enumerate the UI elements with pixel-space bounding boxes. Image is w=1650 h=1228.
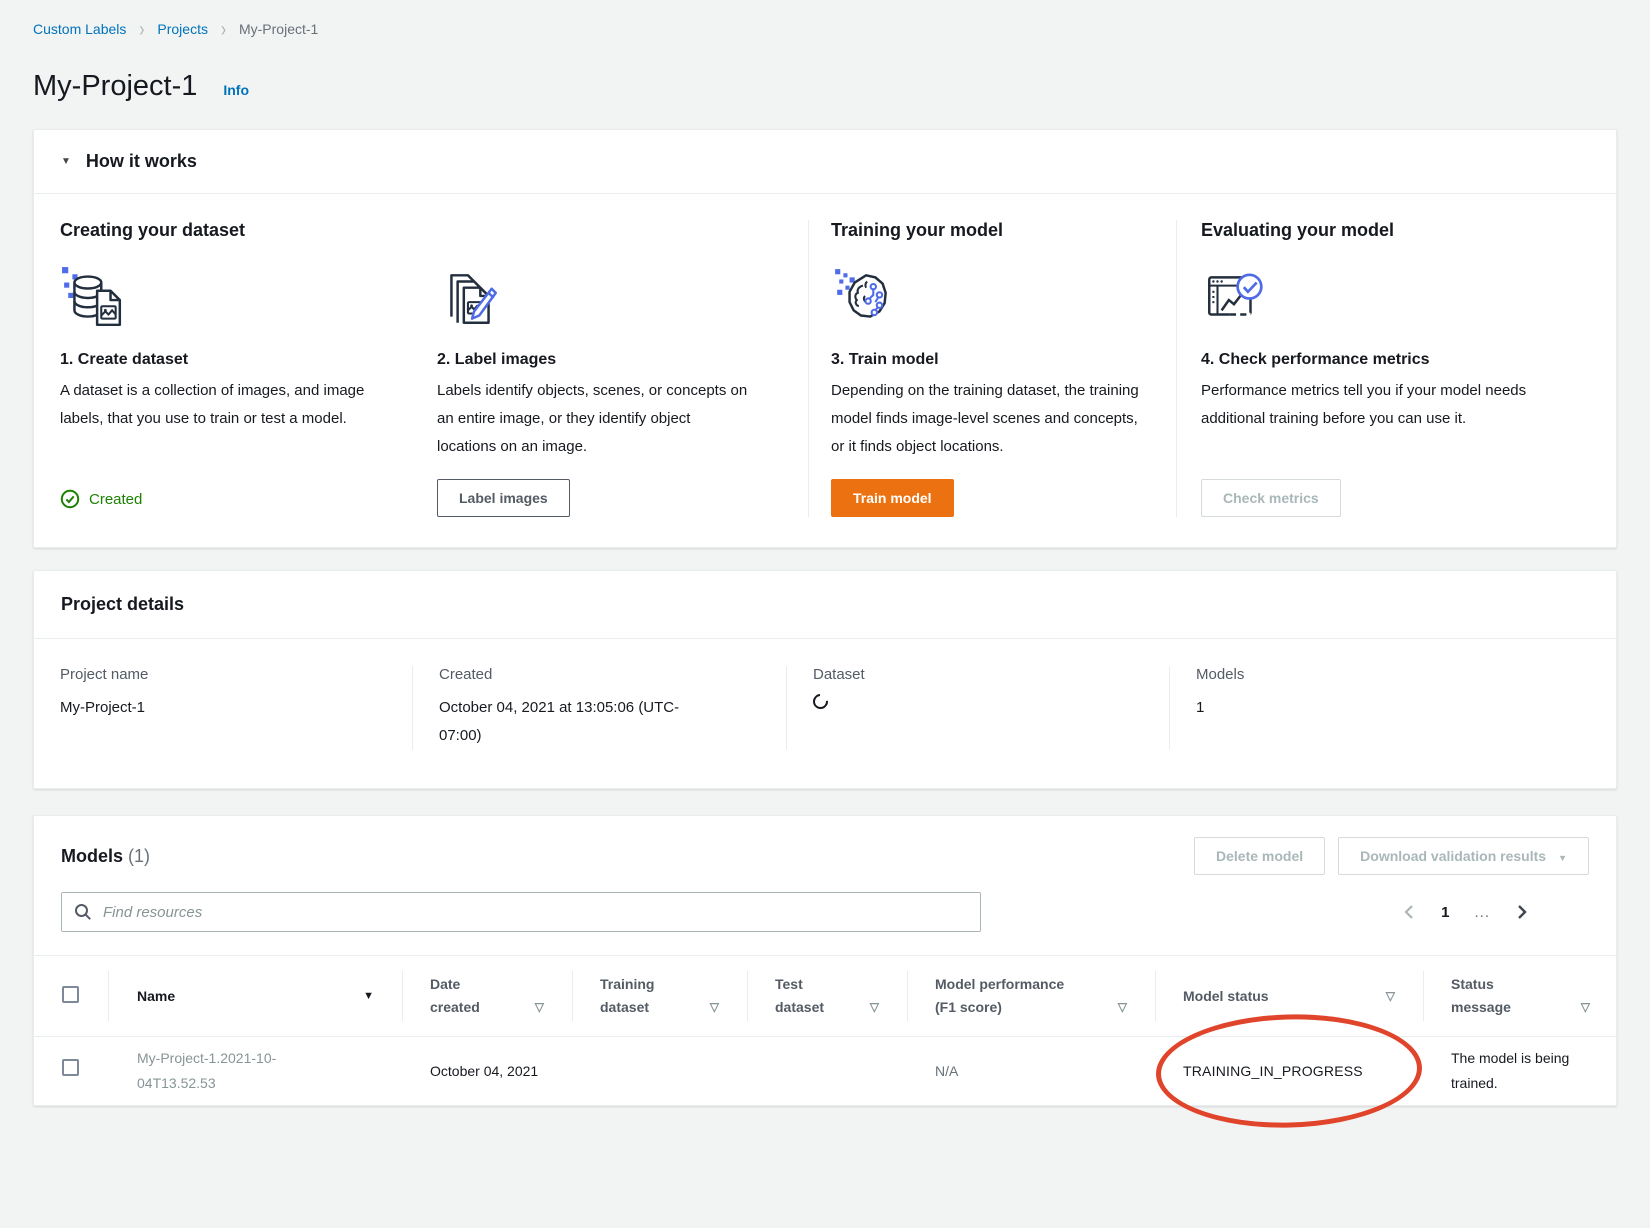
test-dataset-value — [747, 1037, 907, 1106]
models-table: Name ▼ Date created ▽ Training dataset ▽… — [34, 955, 1618, 1105]
section-training-your-model: Training your model — [808, 220, 1176, 517]
field-dataset: Dataset — [786, 666, 1169, 750]
custom-labels-project-page: Custom Labels › Projects › My-Project-1 … — [0, 0, 1650, 1106]
label-images-button[interactable]: Label images — [437, 479, 570, 517]
page-ellipsis[interactable]: ... — [1474, 904, 1490, 921]
section-title: Creating your dataset — [60, 220, 782, 241]
model-table-row: My-Project-1.2021-10-04T13.52.53 October… — [34, 1037, 1618, 1106]
column-header-model-status[interactable]: Model status ▽ — [1155, 956, 1423, 1037]
column-header-name[interactable]: Name ▼ — [109, 956, 402, 1037]
previous-page-button[interactable] — [1402, 903, 1416, 921]
models-card: Models (1) Delete model Download validat… — [33, 815, 1617, 1106]
field-models: Models 1 — [1169, 666, 1616, 750]
models-title: Models (1) — [61, 846, 150, 867]
column-header-test-dataset[interactable]: Test dataset ▽ — [747, 956, 907, 1037]
step-description: Labels identify objects, scenes, or conc… — [437, 377, 753, 461]
step-description: Performance metrics tell you if your mod… — [1201, 377, 1533, 433]
select-all-checkbox[interactable] — [62, 986, 79, 1003]
models-count: (1) — [128, 846, 150, 866]
breadcrumb-link-custom-labels[interactable]: Custom Labels — [33, 21, 126, 37]
field-created: Created October 04, 2021 at 13:05:06 (UT… — [412, 666, 786, 750]
breadcrumb-link-projects[interactable]: Projects — [157, 21, 208, 37]
dropdown-caret-icon: ▼ — [1558, 853, 1567, 863]
project-details-header: Project details — [34, 571, 1616, 639]
section-title: Training your model — [831, 220, 1154, 241]
step-label-images: 2. Label images Labels identify objects,… — [437, 265, 782, 517]
model-name-link[interactable]: My-Project-1.2021-10-04T13.52.53 — [137, 1046, 349, 1096]
section-title: Evaluating your model — [1201, 220, 1592, 241]
next-page-button[interactable] — [1515, 903, 1529, 921]
train-model-icon — [831, 265, 1154, 335]
column-header-training-dataset[interactable]: Training dataset ▽ — [572, 956, 747, 1037]
dataset-icon — [60, 265, 405, 335]
sort-descending-icon: ▼ — [357, 985, 374, 1008]
page-title: My-Project-1 — [33, 70, 197, 103]
step-description: A dataset is a collection of images, and… — [60, 377, 376, 433]
search-box — [61, 892, 981, 932]
field-value: October 04, 2021 at 13:05:06 (UTC-07:00) — [439, 694, 684, 750]
sort-icon: ▽ — [864, 996, 879, 1019]
column-header-model-performance[interactable]: Model performance (F1 score) ▽ — [907, 956, 1155, 1037]
step-description: Depending on the training dataset, the t… — [831, 377, 1154, 461]
training-dataset-value — [572, 1037, 747, 1106]
loading-spinner-icon — [810, 691, 831, 712]
delete-model-button[interactable]: Delete model — [1194, 837, 1325, 875]
project-details-title: Project details — [61, 594, 1589, 615]
page-number[interactable]: 1 — [1441, 904, 1449, 921]
project-details-card: Project details Project name My-Project-… — [33, 570, 1617, 789]
step-title: 3. Train model — [831, 351, 1154, 369]
model-performance-value: N/A — [935, 1063, 958, 1079]
train-model-button[interactable]: Train model — [831, 479, 954, 517]
how-it-works-title: How it works — [86, 151, 197, 172]
check-metrics-button[interactable]: Check metrics — [1201, 479, 1341, 517]
dataset-created-status: Created — [60, 489, 405, 517]
sort-icon: ▽ — [1575, 996, 1590, 1019]
breadcrumb-separator-icon: › — [139, 19, 144, 40]
breadcrumb-separator-icon: › — [221, 19, 226, 40]
download-validation-results-button[interactable]: Download validation results▼ — [1338, 837, 1589, 875]
field-project-name: Project name My-Project-1 — [34, 666, 412, 750]
info-link[interactable]: Info — [223, 82, 249, 98]
step-check-metrics: 4. Check performance metrics Performance… — [1201, 265, 1592, 517]
step-create-dataset: 1. Create dataset A dataset is a collect… — [60, 265, 405, 517]
column-header-status-message[interactable]: Status message ▽ — [1423, 956, 1618, 1037]
sort-icon: ▽ — [704, 996, 719, 1019]
field-value: 1 — [1196, 694, 1590, 722]
search-input[interactable] — [61, 892, 981, 932]
field-label: Created — [439, 666, 760, 683]
sort-icon: ▽ — [529, 996, 544, 1019]
how-it-works-collapse-header[interactable]: ▼ How it works — [34, 130, 1616, 194]
field-value: My-Project-1 — [60, 694, 386, 722]
search-icon — [74, 903, 92, 921]
section-evaluating-your-model: Evaluating your model — [1176, 220, 1616, 517]
step-title: 4. Check performance metrics — [1201, 351, 1592, 369]
table-header-row: Name ▼ Date created ▽ Training dataset ▽… — [34, 956, 1618, 1037]
metrics-icon — [1201, 265, 1592, 335]
sort-icon: ▽ — [1112, 996, 1127, 1019]
step-title: 2. Label images — [437, 351, 782, 369]
date-created-value: October 04, 2021 — [430, 1059, 538, 1084]
step-title: 1. Create dataset — [60, 351, 405, 369]
row-checkbox[interactable] — [62, 1059, 79, 1076]
sort-icon: ▽ — [1380, 985, 1395, 1008]
step-train-model: 3. Train model Depending on the training… — [831, 265, 1154, 517]
field-label: Dataset — [813, 666, 1143, 683]
label-images-icon — [437, 265, 782, 335]
how-it-works-card: ▼ How it works Creating your dataset — [33, 129, 1617, 548]
section-creating-your-dataset: Creating your dataset — [34, 220, 808, 517]
breadcrumb-current: My-Project-1 — [239, 21, 318, 37]
field-label: Models — [1196, 666, 1590, 683]
breadcrumb: Custom Labels › Projects › My-Project-1 — [33, 0, 1617, 37]
status-message-value: The model is being trained. — [1451, 1046, 1590, 1096]
title-row: My-Project-1 Info — [33, 70, 1617, 103]
collapse-triangle-icon: ▼ — [61, 156, 71, 167]
check-circle-icon — [60, 489, 80, 509]
pagination: 1 ... — [1402, 903, 1589, 921]
model-status-value: TRAINING_IN_PROGRESS — [1183, 1063, 1363, 1079]
how-it-works-body: Creating your dataset — [34, 194, 1616, 547]
field-label: Project name — [60, 666, 386, 683]
column-header-date-created[interactable]: Date created ▽ — [402, 956, 572, 1037]
